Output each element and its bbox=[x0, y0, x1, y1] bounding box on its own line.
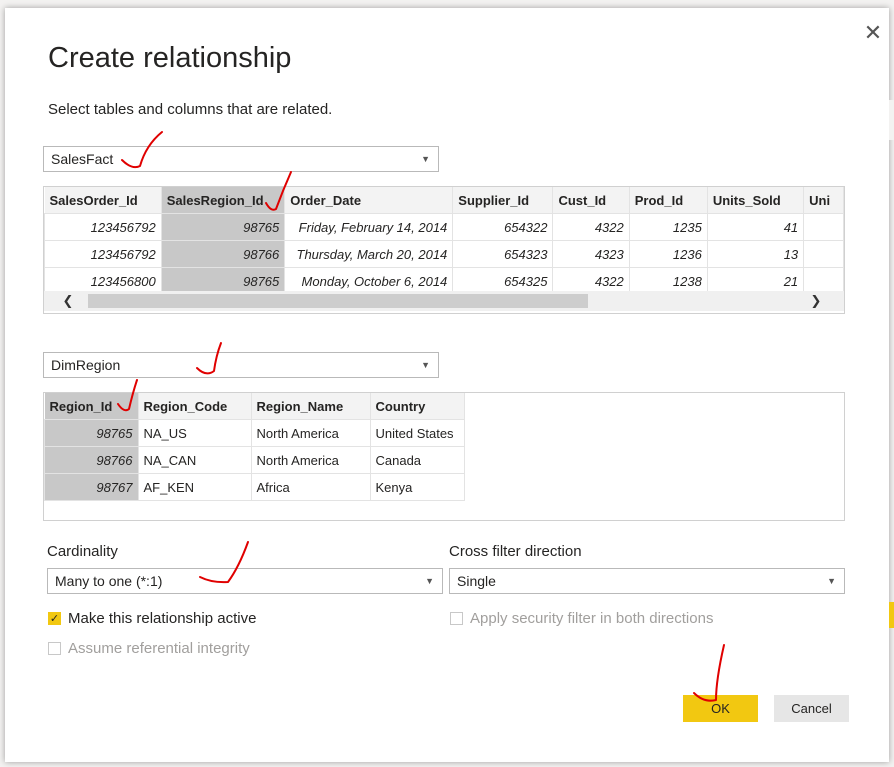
table2-col-header[interactable]: Country bbox=[370, 393, 465, 420]
chevron-down-icon: ▼ bbox=[421, 360, 430, 370]
table2-preview: Region_Id Region_Code Region_Name Countr… bbox=[44, 393, 465, 501]
security-filter-checkbox[interactable] bbox=[450, 612, 463, 625]
cross-filter-label: Cross filter direction bbox=[449, 543, 582, 560]
ok-button[interactable]: OK bbox=[683, 695, 758, 722]
close-icon[interactable]: ✕ bbox=[862, 22, 884, 44]
table-cell: North America bbox=[250, 446, 371, 474]
table-cell: 98767 bbox=[44, 473, 139, 501]
table1-col-header-selected[interactable]: SalesRegion_Id bbox=[161, 187, 286, 214]
table-cell: 4323 bbox=[552, 240, 630, 268]
cross-filter-dropdown[interactable]: Single ▼ bbox=[449, 568, 845, 594]
table-row: 123456792 98766 Thursday, March 20, 2014… bbox=[44, 240, 844, 268]
table1-preview: SalesOrder_Id SalesRegion_Id Order_Date … bbox=[44, 187, 844, 295]
table-cell: 98765 bbox=[160, 213, 286, 241]
table1-horizontal-scrollbar[interactable]: ❮ ❯ bbox=[44, 291, 844, 311]
chevron-down-icon: ▼ bbox=[827, 576, 836, 586]
table1-dropdown-value: SalesFact bbox=[51, 151, 114, 167]
table-cell: 654323 bbox=[452, 240, 554, 268]
table-cell: Thursday, March 20, 2014 bbox=[284, 240, 454, 268]
table1-preview-grid: SalesOrder_Id SalesRegion_Id Order_Date … bbox=[43, 186, 845, 314]
table2-preview-grid: Region_Id Region_Code Region_Name Countr… bbox=[43, 392, 845, 521]
referential-integrity-checkbox[interactable] bbox=[48, 642, 61, 655]
table-cell bbox=[803, 240, 844, 268]
table1-col-header[interactable]: Uni bbox=[803, 187, 844, 214]
table-cell: Africa bbox=[250, 473, 371, 501]
table-cell: 123456792 bbox=[44, 240, 162, 268]
cross-filter-value: Single bbox=[457, 573, 496, 589]
table-cell: United States bbox=[369, 419, 465, 447]
active-label: Make this relationship active bbox=[68, 610, 257, 627]
cardinality-value: Many to one (*:1) bbox=[55, 573, 163, 589]
referential-integrity-label: Assume referential integrity bbox=[68, 640, 250, 657]
table-cell: Canada bbox=[369, 446, 465, 474]
table2-header-row: Region_Id Region_Code Region_Name Countr… bbox=[44, 393, 465, 420]
background-accent-edge bbox=[889, 602, 894, 628]
table-row: 98765 NA_US North America United States bbox=[44, 419, 465, 447]
table-cell bbox=[803, 213, 844, 241]
table-cell: NA_CAN bbox=[137, 446, 252, 474]
table-cell: 1235 bbox=[628, 213, 708, 241]
create-relationship-dialog: ✕ Create relationship Select tables and … bbox=[5, 8, 889, 762]
scroll-left-icon[interactable]: ❮ bbox=[58, 291, 78, 311]
table-cell: 41 bbox=[706, 213, 805, 241]
table1-col-header[interactable]: Order_Date bbox=[284, 187, 454, 214]
table1-col-header[interactable]: Cust_Id bbox=[552, 187, 630, 214]
table2-col-header[interactable]: Region_Code bbox=[138, 393, 252, 420]
dialog-subtitle: Select tables and columns that are relat… bbox=[48, 101, 333, 118]
table-cell: 654322 bbox=[452, 213, 554, 241]
table-cell: North America bbox=[250, 419, 371, 447]
table-cell: 98765 bbox=[44, 419, 139, 447]
table1-dropdown[interactable]: SalesFact ▼ bbox=[43, 146, 439, 172]
table-cell: 98766 bbox=[44, 446, 139, 474]
table-cell: 98766 bbox=[160, 240, 286, 268]
chevron-down-icon: ▼ bbox=[425, 576, 434, 586]
table1-col-header[interactable]: Supplier_Id bbox=[452, 187, 554, 214]
cardinality-dropdown[interactable]: Many to one (*:1) ▼ bbox=[47, 568, 443, 594]
table1-col-header[interactable]: SalesOrder_Id bbox=[44, 187, 162, 214]
table-cell: AF_KEN bbox=[137, 473, 252, 501]
table-cell: 4322 bbox=[552, 213, 630, 241]
active-checkbox[interactable]: ✓ bbox=[48, 612, 61, 625]
chevron-down-icon: ▼ bbox=[421, 154, 430, 164]
scrollbar-thumb[interactable] bbox=[88, 294, 588, 308]
background-panel-edge bbox=[889, 100, 894, 140]
table-row: 98767 AF_KEN Africa Kenya bbox=[44, 473, 465, 501]
security-filter-label: Apply security filter in both directions bbox=[470, 610, 714, 627]
table-row: 123456792 98765 Friday, February 14, 201… bbox=[44, 213, 844, 241]
table2-col-header[interactable]: Region_Name bbox=[251, 393, 371, 420]
table1-header-row: SalesOrder_Id SalesRegion_Id Order_Date … bbox=[44, 187, 844, 214]
table-cell: NA_US bbox=[137, 419, 252, 447]
table2-dropdown-value: DimRegion bbox=[51, 357, 121, 373]
table2-dropdown[interactable]: DimRegion ▼ bbox=[43, 352, 439, 378]
cardinality-label: Cardinality bbox=[47, 543, 118, 560]
table2-col-header-selected[interactable]: Region_Id bbox=[44, 393, 139, 420]
scroll-right-icon[interactable]: ❯ bbox=[806, 291, 826, 311]
table-cell: Kenya bbox=[369, 473, 465, 501]
cancel-button[interactable]: Cancel bbox=[774, 695, 849, 722]
table-cell: 123456792 bbox=[44, 213, 162, 241]
table-row: 98766 NA_CAN North America Canada bbox=[44, 446, 465, 474]
dialog-title: Create relationship bbox=[48, 42, 292, 74]
table1-col-header[interactable]: Units_Sold bbox=[707, 187, 805, 214]
table1-col-header[interactable]: Prod_Id bbox=[629, 187, 708, 214]
table-cell: Friday, February 14, 2014 bbox=[284, 213, 454, 241]
table-cell: 1236 bbox=[628, 240, 708, 268]
table-cell: 13 bbox=[706, 240, 805, 268]
